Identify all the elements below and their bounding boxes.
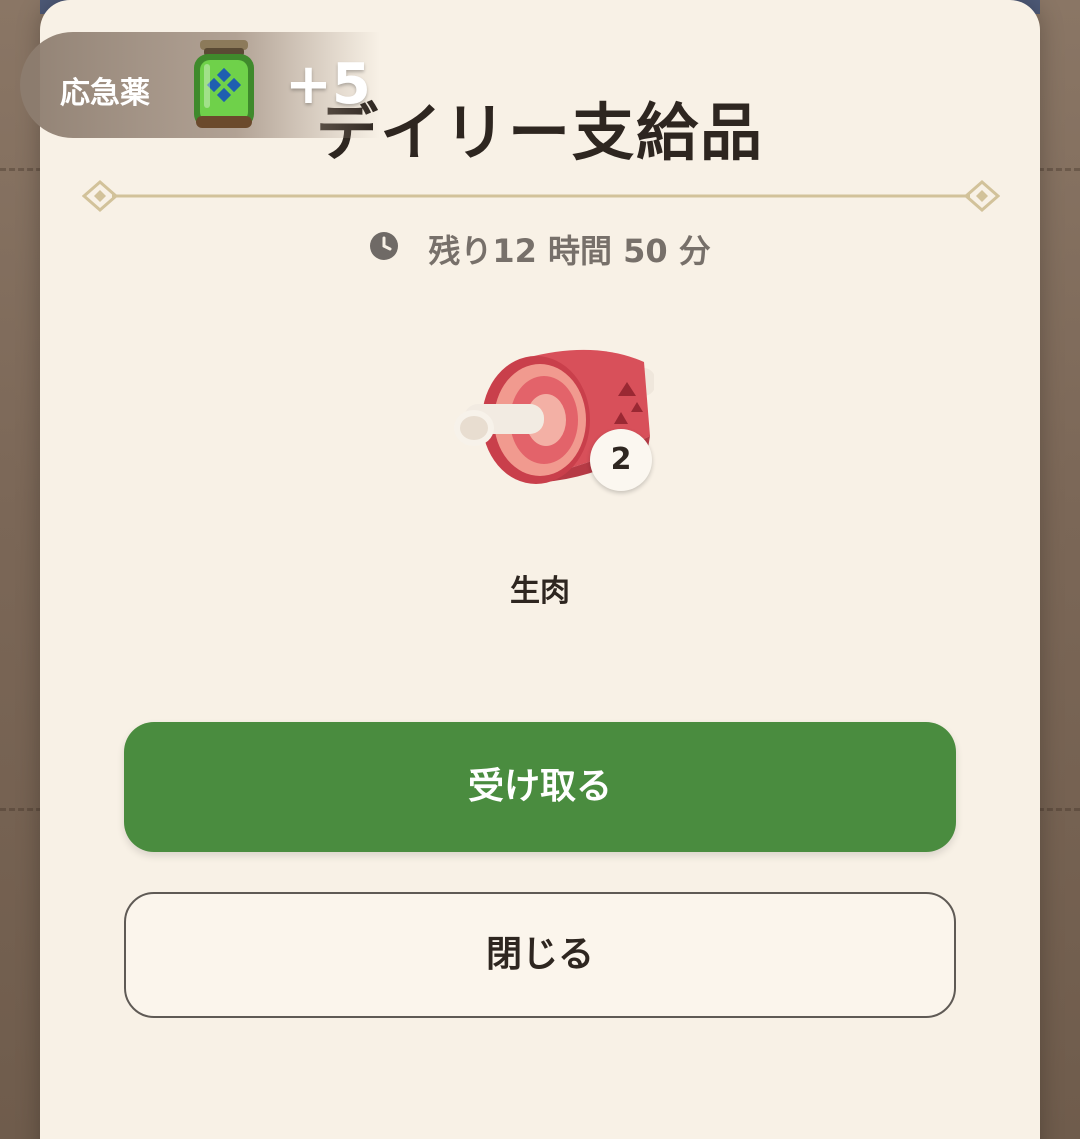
item-gained-notification: 応急薬 +5	[20, 32, 380, 138]
close-button[interactable]: 閉じる	[124, 892, 956, 1018]
item-name: 生肉	[510, 574, 570, 609]
remaining-time: 残り12 時間 50 分	[40, 226, 1040, 272]
remaining-time-text: 残り12 時間 50 分	[428, 232, 711, 270]
notification-count: +5	[285, 52, 371, 117]
ornamental-divider	[82, 180, 1000, 212]
receive-button[interactable]: 受け取る	[124, 722, 956, 852]
item-quantity-badge: 2	[590, 429, 652, 491]
potion-jar-icon	[194, 40, 254, 128]
daily-supply-dialog: デイリー支給品 残り12 時間 50 分 2 生肉 受け取る 閉じる	[40, 0, 1040, 1139]
clock-icon	[370, 232, 399, 260]
notification-item-name: 応急薬	[60, 76, 150, 111]
